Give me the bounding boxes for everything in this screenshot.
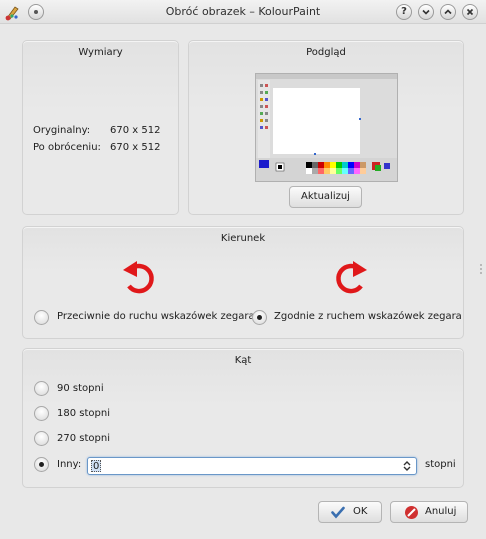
angle-90-radio[interactable] bbox=[34, 381, 49, 396]
chevron-down-icon bbox=[422, 9, 430, 15]
preview-thumbnail bbox=[255, 73, 398, 182]
preview-image bbox=[256, 74, 397, 181]
angle-other-radio[interactable] bbox=[34, 457, 49, 472]
rotated-size-label: Po obróceniu: bbox=[33, 142, 101, 153]
dimensions-panel: Wymiary Oryginalny: 670 x 512 Po obrócen… bbox=[22, 40, 179, 215]
angle-spinbox[interactable]: 0 bbox=[87, 457, 417, 475]
chevron-up-icon bbox=[444, 9, 452, 15]
cancel-label: Anuluj bbox=[425, 506, 457, 517]
update-preview-button[interactable]: Aktualizuj bbox=[289, 186, 362, 208]
angle-90-label[interactable]: 90 stopni bbox=[57, 383, 104, 394]
original-size-value: 670 x 512 bbox=[110, 125, 161, 136]
help-icon: ? bbox=[401, 6, 407, 17]
angle-unit-label: stopni bbox=[425, 459, 456, 470]
minimize-button[interactable] bbox=[418, 4, 434, 20]
counterclockwise-radio[interactable] bbox=[34, 310, 49, 325]
resize-grip-icon[interactable] bbox=[478, 262, 484, 276]
close-button[interactable] bbox=[462, 4, 478, 20]
window-title: Obróć obrazek – KolourPaint bbox=[165, 5, 321, 18]
angle-270-radio[interactable] bbox=[34, 431, 49, 446]
cancel-button[interactable]: Anuluj bbox=[390, 501, 468, 523]
preview-title: Podgląd bbox=[306, 47, 346, 58]
original-size-label: Oryginalny: bbox=[33, 125, 91, 136]
angle-180-radio[interactable] bbox=[34, 406, 49, 421]
checkmark-icon bbox=[331, 506, 345, 519]
angle-other-label[interactable]: Inny: bbox=[57, 459, 81, 470]
spin-arrows-icon[interactable] bbox=[401, 459, 413, 473]
angle-270-label[interactable]: 270 stopni bbox=[57, 433, 110, 444]
ok-label: OK bbox=[353, 506, 368, 517]
close-icon bbox=[466, 8, 474, 16]
maximize-button[interactable] bbox=[440, 4, 456, 20]
rotated-size-value: 670 x 512 bbox=[110, 142, 161, 153]
rotate-counterclockwise-icon[interactable] bbox=[120, 255, 160, 299]
ok-button[interactable]: OK bbox=[318, 501, 382, 523]
direction-title: Kierunek bbox=[220, 233, 266, 244]
angle-180-label[interactable]: 180 stopni bbox=[57, 408, 110, 419]
counterclockwise-label[interactable]: Przeciwnie do ruchu wskazówek zegara bbox=[57, 311, 255, 322]
help-button[interactable]: ? bbox=[396, 4, 412, 20]
angle-spinbox-value[interactable]: 0 bbox=[91, 460, 102, 472]
clockwise-label[interactable]: Zgodnie z ruchem wskazówek zegara bbox=[274, 311, 462, 322]
clockwise-radio[interactable] bbox=[252, 310, 267, 325]
dimensions-title: Wymiary bbox=[78, 47, 123, 58]
title-bar: Obróć obrazek – KolourPaint ? bbox=[0, 0, 486, 24]
direction-panel: Kierunek bbox=[22, 226, 464, 339]
angle-title: Kąt bbox=[234, 355, 252, 366]
rotate-clockwise-icon[interactable] bbox=[330, 255, 370, 299]
cancel-icon bbox=[405, 506, 418, 519]
